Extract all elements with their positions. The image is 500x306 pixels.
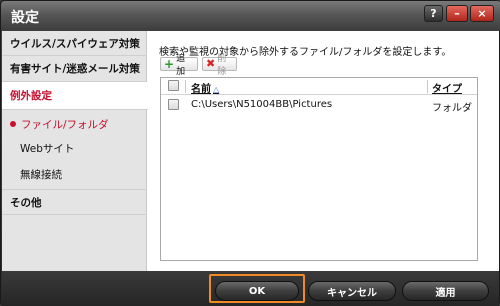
minimize-button[interactable]: – [446, 5, 468, 22]
delete-button-label: 削除 [217, 54, 227, 77]
sort-ascending-icon: △ [213, 85, 220, 94]
sidebar-subitem-wireless[interactable]: 無線接続 [2, 163, 147, 185]
exclusion-list[interactable]: 名前 △ タイプ C:\Users\N51004BB\Pictures フォルダ [160, 77, 478, 261]
sidebar-subitem-label: 無線接続 [20, 168, 62, 181]
sidebar-item-other[interactable]: その他 [2, 189, 147, 215]
sidebar-item-label: ウイルス/スパイウェア対策 [10, 37, 140, 50]
column-divider [185, 80, 186, 93]
description-text: 検索や監視の対象から除外するファイル/フォルダを設定します。 [159, 47, 452, 58]
plus-icon: + [164, 57, 175, 71]
row-type: フォルダ [432, 103, 472, 114]
sidebar-item-label: その他 [10, 196, 42, 209]
sidebar-subitem-label: Webサイト [20, 142, 75, 155]
main-frame: ウイルス/スパイウェア対策 有害サイト/迷惑メール対策 例外設定 ファイル/フォ… [2, 31, 499, 271]
select-all-checkbox[interactable] [168, 80, 179, 91]
column-divider [427, 80, 428, 93]
table-row[interactable]: C:\Users\N51004BB\Pictures フォルダ [161, 96, 477, 114]
window-title: 設定 [11, 10, 39, 26]
sidebar-subitem-files-folders[interactable]: ファイル/フォルダ [2, 113, 147, 135]
cancel-button[interactable]: キャンセル [308, 281, 396, 301]
sidebar-subitem-label: ファイル/フォルダ [21, 118, 109, 131]
sidebar: ウイルス/スパイウェア対策 有害サイト/迷惑メール対策 例外設定 ファイル/フォ… [2, 31, 148, 271]
column-header-name[interactable]: 名前 △ [191, 80, 219, 95]
column-header-name-label: 名前 [191, 84, 211, 95]
apply-button[interactable]: 適用 [402, 281, 489, 301]
column-header-type[interactable]: タイプ [432, 80, 462, 95]
bullet-icon [10, 121, 16, 127]
settings-window: 設定 ? – × ウイルス/スパイウェア対策 有害サイト/迷惑メール対策 例外設… [0, 0, 500, 306]
sidebar-item-exceptions[interactable]: 例外設定 [2, 82, 148, 110]
delete-icon: ✖ [206, 57, 216, 70]
row-checkbox[interactable] [168, 99, 179, 110]
sidebar-item-label: 例外設定 [10, 90, 52, 102]
delete-button[interactable]: ✖ 削除 [202, 54, 237, 77]
close-button[interactable]: × [470, 5, 494, 22]
sidebar-item-label: 有害サイト/迷惑メール対策 [10, 63, 140, 75]
sidebar-item-virus-spyware[interactable]: ウイルス/スパイウェア対策 [2, 31, 147, 56]
sidebar-subitem-websites[interactable]: Webサイト [2, 137, 147, 159]
sidebar-item-harmful-sites[interactable]: 有害サイト/迷惑メール対策 [2, 56, 147, 82]
add-button[interactable]: + 追加 [160, 54, 198, 77]
add-button-label: 追加 [176, 54, 186, 77]
list-header: 名前 △ タイプ [161, 78, 477, 95]
title-bar[interactable]: 設定 ? – × [1, 1, 500, 31]
row-name: C:\Users\N51004BB\Pictures [191, 99, 333, 110]
content-panel: 検索や監視の対象から除外するファイル/フォルダを設定します。 + 追加 ✖ 削除… [148, 31, 499, 271]
help-button[interactable]: ? [424, 5, 443, 22]
ok-button-highlight [209, 274, 305, 303]
